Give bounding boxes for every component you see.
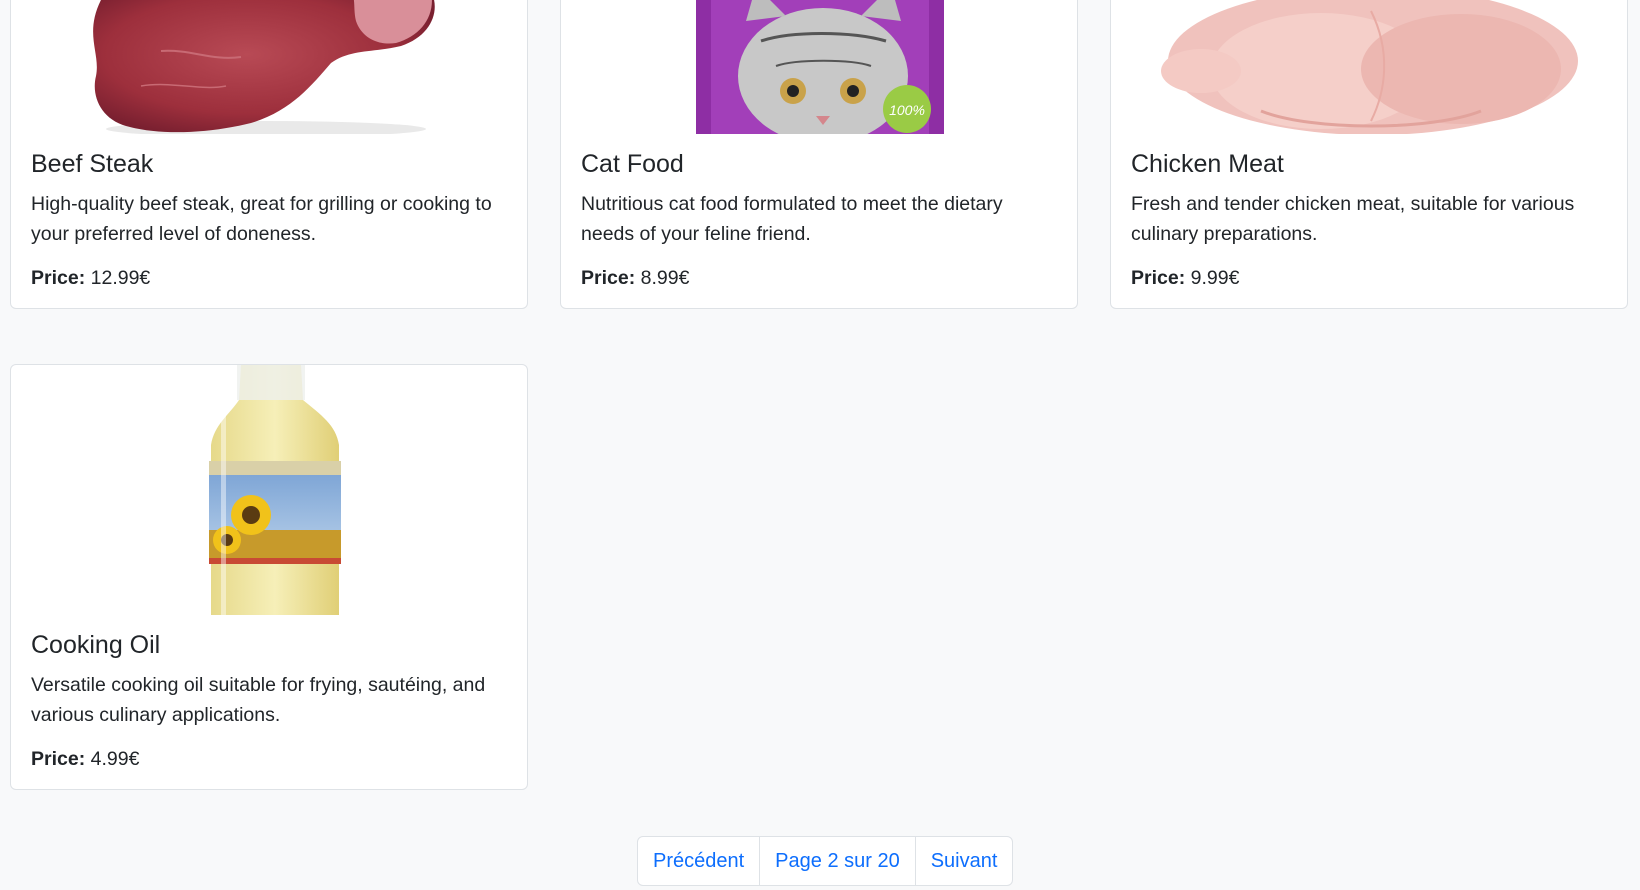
product-card-beef-steak[interactable]: Beef Steak High-quality beef steak, grea… (10, 0, 528, 309)
product-card-cooking-oil[interactable]: Cooking Oil Versatile cooking oil suitab… (10, 364, 528, 790)
product-card-cat-food[interactable]: 100% Cat Food Nutritious cat food formul… (560, 0, 1078, 309)
product-title: Chicken Meat (1131, 150, 1284, 178)
product-title: Beef Steak (31, 150, 154, 178)
svg-text:100%: 100% (889, 102, 925, 118)
price-label: Price: (31, 267, 86, 289)
current-page-indicator[interactable]: Page 2 sur 20 (760, 837, 916, 885)
product-image-chicken-meat (1111, 0, 1627, 134)
product-description: High-quality beef steak, great for grill… (31, 193, 492, 245)
product-price: Price: 4.99€ (31, 748, 507, 771)
product-description: Versatile cooking oil suitable for fryin… (31, 674, 486, 726)
product-title: Cooking Oil (31, 631, 161, 659)
price-label: Price: (31, 748, 86, 770)
product-title: Cat Food (581, 150, 684, 178)
product-image-cooking-oil (11, 365, 527, 615)
previous-page-button[interactable]: Précédent (638, 837, 761, 885)
product-price: Price: 8.99€ (581, 267, 1057, 290)
price-value: 12.99€ (90, 267, 151, 289)
next-page-button[interactable]: Suivant (916, 837, 1013, 885)
product-description: Fresh and tender chicken meat, suitable … (1131, 193, 1575, 245)
product-image-beef-steak (11, 0, 527, 134)
product-image-cat-food: 100% (561, 0, 1077, 134)
price-value: 9.99€ (1190, 267, 1240, 289)
product-price: Price: 12.99€ (31, 267, 507, 290)
product-card-chicken-meat[interactable]: Chicken Meat Fresh and tender chicken me… (1110, 0, 1628, 309)
pagination: Précédent Page 2 sur 20 Suivant (637, 836, 1014, 886)
product-description: Nutritious cat food formulated to meet t… (581, 193, 1003, 245)
price-label: Price: (1131, 267, 1186, 289)
price-value: 4.99€ (90, 748, 140, 770)
product-price: Price: 9.99€ (1131, 267, 1607, 290)
price-value: 8.99€ (640, 267, 690, 289)
price-label: Price: (581, 267, 636, 289)
